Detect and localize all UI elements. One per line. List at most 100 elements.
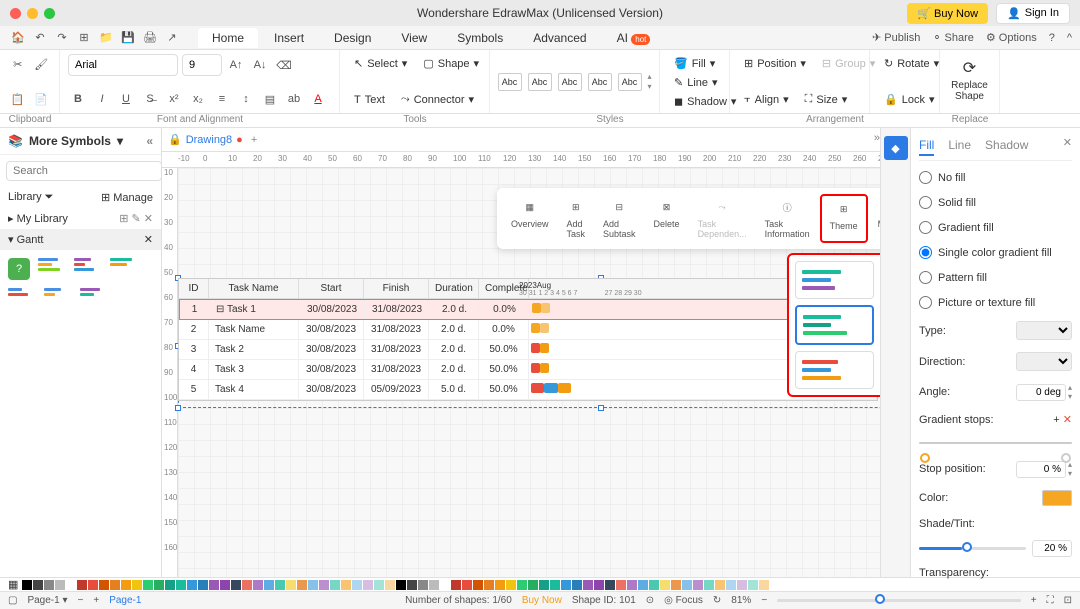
color-swatch[interactable] [649,580,659,590]
options-button[interactable]: ⚙ Options [986,31,1037,44]
color-swatch[interactable] [176,580,186,590]
color-swatch[interactable] [264,580,274,590]
color-swatch[interactable] [99,580,109,590]
strike-icon[interactable]: S̶ [140,89,160,109]
color-swatch[interactable] [704,580,714,590]
shape-format-icon[interactable]: ◆ [884,136,908,160]
color-swatch[interactable] [473,580,483,590]
redo-icon[interactable]: ↷ [52,28,72,48]
new-tab-button[interactable]: + [251,134,257,146]
right-panel-toggle-icon[interactable]: » [874,132,880,144]
font-size-select[interactable] [182,54,222,76]
manage-library-button[interactable]: ⊞ Manage [101,191,153,204]
menu-design[interactable]: Design [320,28,385,48]
menu-ai[interactable]: AI hot [603,28,665,48]
zoom-slider[interactable] [777,599,1021,602]
color-swatch[interactable] [22,580,32,590]
color-swatch[interactable] [682,580,692,590]
subscript-icon[interactable]: x₂ [188,89,208,109]
canvas-area[interactable]: 🔒 Drawing8 ● + -100102030405060708090100… [162,128,880,577]
color-swatch[interactable] [363,580,373,590]
style-preset-5[interactable]: Abc [618,73,642,91]
prev-page-icon[interactable]: − [78,595,84,606]
menu-symbols[interactable]: Symbols [443,28,517,48]
collapse-panel-icon[interactable]: « [146,134,153,148]
color-swatch[interactable] [33,580,43,590]
underline-icon[interactable]: U [116,89,136,109]
gantt-library-section[interactable]: ▾ Gantt ✕ [0,229,161,250]
align-dropdown[interactable]: ⫟ Align▾ [738,90,795,109]
shade-value-input[interactable] [1032,540,1072,557]
theme-option-1[interactable] [795,261,874,299]
shade-slider[interactable] [919,547,1026,550]
target-icon[interactable]: ⊙ [646,595,654,606]
gantt-row[interactable]: 4Task 330/08/202331/08/20232.0 d.50.0% [179,360,877,380]
add-task-button[interactable]: ⊞Add Task [559,194,594,243]
remove-stop-icon[interactable]: ✕ [1063,414,1072,426]
replace-shape-button[interactable]: ⟳ Replace Shape [948,54,991,106]
color-swatch[interactable] [330,580,340,590]
line-tab[interactable]: Line [948,136,971,156]
gantt-row[interactable]: 3Task 230/08/202331/08/20232.0 d.50.0% [179,340,877,360]
color-swatch[interactable] [594,580,604,590]
page-view-icon[interactable]: ▢ [8,595,17,606]
color-swatch[interactable] [154,580,164,590]
color-swatch[interactable] [528,580,538,590]
color-swatch[interactable] [715,580,725,590]
gantt-thumb-1[interactable] [38,258,66,278]
color-swatch[interactable] [88,580,98,590]
next-page-icon[interactable]: + [93,595,99,606]
color-swatch[interactable] [605,580,615,590]
color-swatch[interactable] [506,580,516,590]
size-dropdown[interactable]: ⛶ Size▾ [799,90,854,109]
fill-dropdown[interactable]: 🪣 Fill ▾ [668,54,721,73]
color-swatch[interactable] [396,580,406,590]
bullets-icon[interactable]: ≡ [212,89,232,109]
fill-tab[interactable]: Fill [919,136,934,156]
gantt-row[interactable]: 5Task 430/08/202305/09/20235.0 d.50.0% [179,380,877,400]
menu-advanced[interactable]: Advanced [519,28,600,48]
color-swatch[interactable] [66,580,76,590]
font-color-icon[interactable]: A [308,89,328,109]
refresh-view-icon[interactable]: ↻ [713,595,721,606]
color-swatch[interactable] [220,580,230,590]
color-swatch[interactable] [550,580,560,590]
theme-option-3[interactable] [795,305,874,345]
color-swatch[interactable] [759,580,769,590]
color-swatch[interactable] [385,580,395,590]
color-swatch[interactable] [187,580,197,590]
color-swatch[interactable] [583,580,593,590]
color-swatch[interactable] [660,580,670,590]
color-swatch[interactable] [319,580,329,590]
direction-select[interactable] [1016,352,1072,371]
single-gradient-radio[interactable]: Single color gradient fill [919,244,1072,261]
print-icon[interactable]: 🖨 [140,28,160,48]
task-information-button[interactable]: ⓘTask Information [757,194,818,243]
color-swatch[interactable] [297,580,307,590]
no-fill-radio[interactable]: No fill [919,169,1072,186]
rotate-dropdown[interactable]: ↻ Rotate▾ [878,54,931,73]
paste-icon[interactable]: 📄 [32,89,52,109]
lock-dropdown[interactable]: 🔒 Lock▾ [878,90,931,109]
color-swatch[interactable] [561,580,571,590]
color-swatch[interactable] [418,580,428,590]
style-preset-3[interactable]: Abc [558,73,582,91]
angle-input[interactable] [1016,384,1066,401]
library-search-input[interactable] [6,161,162,181]
color-swatch[interactable] [231,580,241,590]
color-swatch[interactable] [693,580,703,590]
text-tool[interactable]: T Text [348,91,391,109]
color-swatch[interactable] [77,580,87,590]
line-dropdown[interactable]: ✎ Line ▾ [668,73,721,92]
highlight-icon[interactable]: ab [284,89,304,109]
close-panel-icon[interactable]: ✕ [1063,136,1072,156]
cut-icon[interactable]: ✂ [8,54,28,74]
document-tab[interactable]: 🔒 Drawing8 ● [168,133,243,146]
italic-icon[interactable]: I [92,89,112,109]
share-button[interactable]: ⚬ Share [932,31,974,44]
color-swatch[interactable] [242,580,252,590]
style-preset-4[interactable]: Abc [588,73,612,91]
color-swatch[interactable] [121,580,131,590]
color-swatch[interactable] [572,580,582,590]
menu-insert[interactable]: Insert [260,28,318,48]
